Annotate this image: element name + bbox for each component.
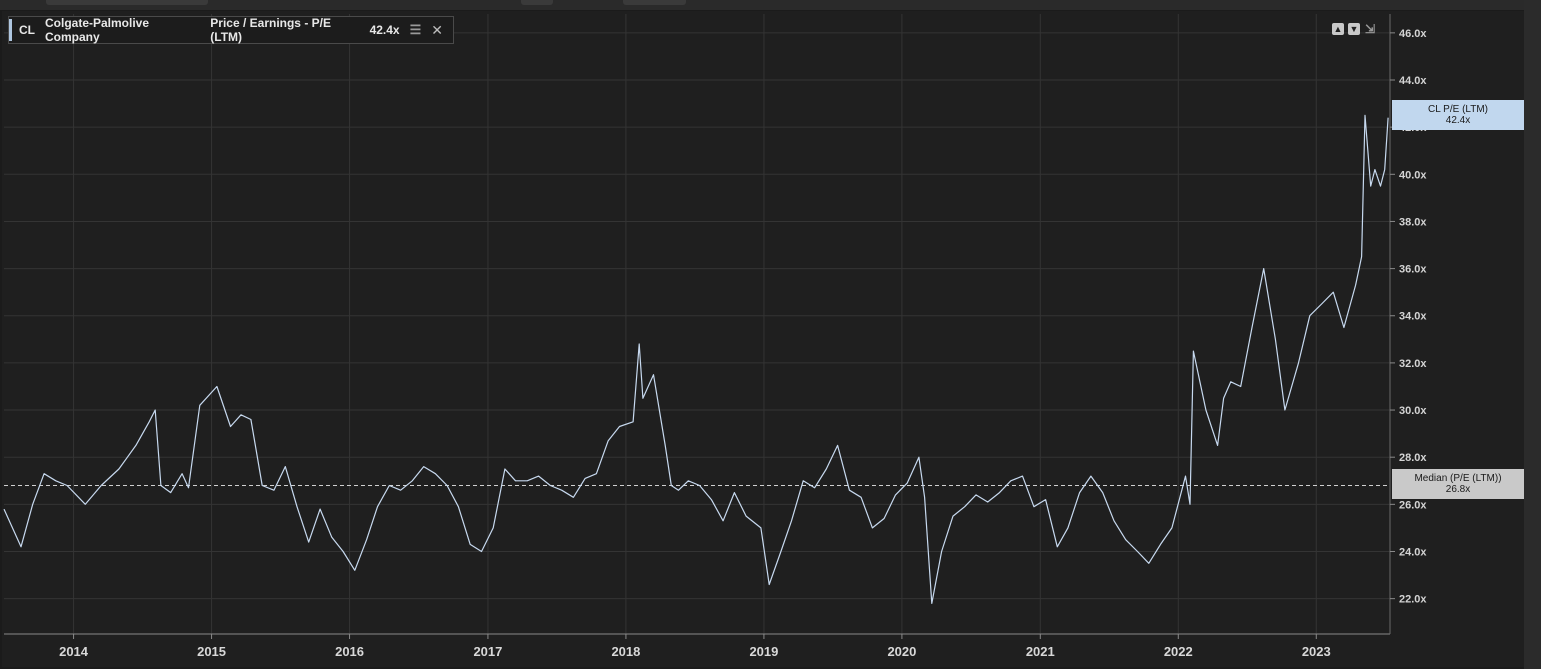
x-tick-label: 2014 [59, 644, 89, 659]
median-label: Median (P/E (LTM)) [1414, 473, 1502, 484]
y-tick-label: 26.0x [1399, 499, 1427, 511]
legend-company: Colgate-Palmolive Company [45, 16, 150, 44]
x-tick-label: 2017 [473, 644, 502, 659]
series-legend[interactable]: CL Colgate-Palmolive Company Price / Ear… [8, 16, 454, 44]
y-tick-label: 28.0x [1399, 452, 1427, 464]
y-tick-label: 24.0x [1399, 546, 1427, 558]
last-value-flag: CL P/E (LTM) 42.4x [1392, 100, 1524, 130]
last-value-number: 42.4x [1445, 115, 1471, 126]
close-icon[interactable]: ✕ [431, 22, 443, 39]
move-down-icon[interactable]: ▼ [1348, 23, 1360, 35]
move-up-icon[interactable]: ▲ [1332, 23, 1344, 35]
y-tick-label: 38.0x [1399, 216, 1427, 228]
last-value-label: CL P/E (LTM) [1427, 104, 1488, 115]
legend-value: 42.4x [369, 23, 400, 37]
x-tick-label: 2020 [887, 644, 916, 659]
x-tick-label: 2015 [197, 644, 226, 659]
legend-metric: Price / Earnings - P/E (LTM) [210, 16, 331, 44]
legend-ticker: CL [19, 23, 35, 37]
x-tick-label: 2016 [335, 644, 364, 659]
y-tick-label: 36.0x [1399, 264, 1427, 276]
x-tick-label: 2019 [749, 644, 778, 659]
collapse-icon[interactable]: ⇲ [1364, 23, 1376, 35]
chart-controls: ▲ ▼ ⇲ [1332, 23, 1376, 35]
median-number: 26.8x [1445, 484, 1471, 495]
grid-lines [4, 14, 1390, 634]
y-tick-label: 46.0x [1399, 28, 1427, 40]
median-flag: Median (P/E (LTM)) 26.8x [1392, 469, 1524, 499]
x-tick-label: 2021 [1026, 644, 1055, 659]
y-tick-label: 40.0x [1399, 169, 1427, 181]
x-tick-label: 2022 [1164, 644, 1193, 659]
y-tick-label: 32.0x [1399, 358, 1427, 370]
x-tick-label: 2018 [611, 644, 640, 659]
layers-icon[interactable]: ☰ [410, 22, 422, 38]
pe-chart: 2014 2015 2016 2017 2018 2019 2020 2021 2022 2023… [3, 14, 1427, 659]
x-tick-label: 2023 [1302, 644, 1331, 659]
y-tick-label: 34.0x [1399, 311, 1427, 323]
y-tick-label: 30.0x [1399, 405, 1427, 417]
x-axis: 2014 2015 2016 2017 2018 2019 2020 2021 2022 2023 [4, 633, 1390, 659]
legend-color-swatch [9, 19, 12, 41]
y-tick-label: 44.0x [1399, 75, 1427, 87]
y-tick-label: 22.0x [1399, 594, 1427, 606]
